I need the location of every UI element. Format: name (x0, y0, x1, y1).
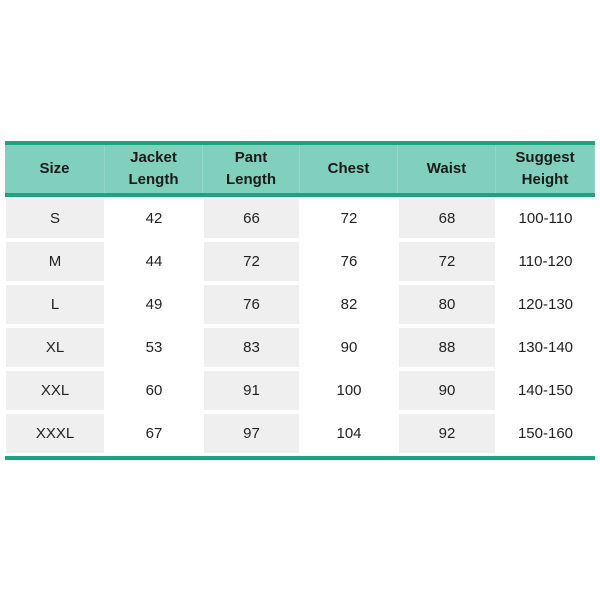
table-cell: 72 (399, 242, 495, 281)
table-cell: 100 (336, 382, 362, 399)
table-cell: 150-160 (517, 425, 574, 442)
table-cell: 67 (145, 425, 163, 442)
table-row: XXXL 67 97 104 92 150-160 (5, 412, 595, 455)
table-row: XL 53 83 90 88 130-140 (5, 326, 595, 369)
table-cell: XXXL (6, 414, 104, 453)
table-cell: 130-140 (517, 339, 574, 356)
table-row: XXL 60 91 100 90 140-150 (5, 369, 595, 412)
table-cell: L (6, 285, 104, 324)
column-header: Size (5, 145, 105, 193)
table-cell: 88 (399, 328, 495, 367)
column-header: Pant Length (203, 145, 300, 193)
table-cell: 72 (340, 210, 358, 227)
table-row: L 49 76 82 80 120-130 (5, 283, 595, 326)
table-cell: S (6, 199, 104, 238)
table-cell: 104 (336, 425, 362, 442)
table-cell: 53 (145, 339, 163, 356)
table-cell: M (6, 242, 104, 281)
table-cell: 83 (204, 328, 299, 367)
table-cell: 91 (204, 371, 299, 410)
header-row: Size Jacket Length Pant Length Chest Waist Su… (5, 145, 595, 193)
table-cell: 72 (204, 242, 299, 281)
bottom-rule (5, 456, 595, 460)
table-cell: 44 (145, 253, 163, 270)
table-cell: XXL (6, 371, 104, 410)
table-row: M 44 72 76 72 110-120 (5, 240, 595, 283)
table-cell: 92 (399, 414, 495, 453)
table-cell: 68 (399, 199, 495, 238)
table-row: S 42 66 72 68 100-110 (5, 197, 595, 240)
table-cell: 60 (145, 382, 163, 399)
table-cell: 90 (399, 371, 495, 410)
column-header: Chest (300, 145, 398, 193)
column-header: Jacket Length (105, 145, 203, 193)
table-cell: 76 (340, 253, 358, 270)
table-cell: 76 (204, 285, 299, 324)
column-header: Waist (398, 145, 496, 193)
column-header: Suggest Height (496, 145, 595, 193)
table-body: S 42 66 72 68 100-110 M 44 72 76 72 110-120 L 49 76 82 8… (5, 197, 595, 455)
table-cell: 120-130 (517, 296, 574, 313)
table-cell: 80 (399, 285, 495, 324)
table-cell: 97 (204, 414, 299, 453)
table-cell: 82 (340, 296, 358, 313)
table-cell: 110-120 (518, 253, 573, 270)
table-cell: 140-150 (517, 382, 574, 399)
table-cell: 90 (340, 339, 358, 356)
table-cell: XL (6, 328, 104, 367)
size-chart-table: Size Jacket Length Pant Length Chest Waist Su… (5, 141, 595, 460)
table-cell: 49 (145, 296, 163, 313)
table-cell: 100-110 (518, 210, 573, 227)
table-cell: 42 (145, 210, 163, 227)
table-cell: 66 (204, 199, 299, 238)
